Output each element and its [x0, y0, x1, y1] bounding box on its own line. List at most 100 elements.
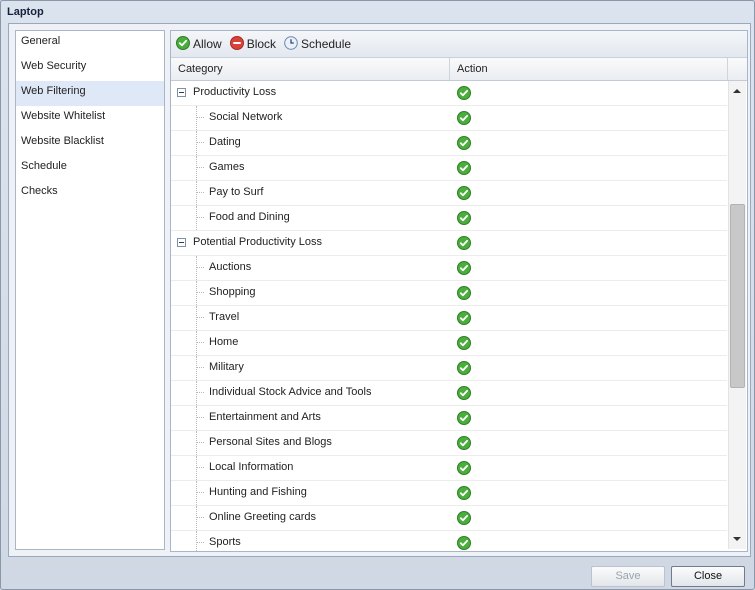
- category-row[interactable]: Dating: [171, 131, 727, 156]
- category-row[interactable]: Hunting and Fishing: [171, 481, 727, 506]
- category-label: Productivity Loss: [193, 86, 277, 98]
- category-row[interactable]: Entertainment and Arts: [171, 406, 727, 431]
- save-button[interactable]: Save: [591, 566, 665, 587]
- tree-branch: [196, 442, 204, 443]
- tree-line: [196, 456, 197, 480]
- allow-icon[interactable]: [457, 211, 471, 228]
- category-label: Food and Dining: [209, 211, 290, 223]
- tree-line: [196, 181, 197, 205]
- category-label: Sports: [209, 536, 241, 548]
- allow-icon[interactable]: [457, 411, 471, 428]
- tree-branch: [196, 267, 204, 268]
- category-row[interactable]: Shopping: [171, 281, 727, 306]
- allow-icon[interactable]: [457, 261, 471, 278]
- allow-label: Allow: [193, 37, 222, 51]
- category-row[interactable]: Auctions: [171, 256, 727, 281]
- tree-branch: [196, 142, 204, 143]
- tree-branch: [196, 467, 204, 468]
- allow-icon[interactable]: [457, 111, 471, 128]
- allow-icon[interactable]: [457, 286, 471, 303]
- tree-line: [196, 156, 197, 180]
- allow-button[interactable]: Allow: [176, 35, 222, 53]
- tree-line: [196, 381, 197, 405]
- tree-branch: [196, 217, 204, 218]
- nav-item-web-security[interactable]: Web Security: [16, 56, 164, 81]
- tree-line: [196, 131, 197, 155]
- allow-icon[interactable]: [457, 186, 471, 203]
- nav-item-website-blacklist[interactable]: Website Blacklist: [16, 131, 164, 156]
- tree-branch: [196, 167, 204, 168]
- grid-rows: Productivity Loss Social Network Dating Gam…: [171, 81, 727, 551]
- category-label: Entertainment and Arts: [209, 411, 321, 423]
- tree-line: [196, 406, 197, 430]
- category-label: Online Greeting cards: [209, 511, 316, 523]
- category-row[interactable]: Social Network: [171, 106, 727, 131]
- category-row[interactable]: Home: [171, 331, 727, 356]
- allow-icon[interactable]: [457, 361, 471, 378]
- allow-icon[interactable]: [457, 161, 471, 178]
- column-header-category[interactable]: Category: [171, 58, 450, 80]
- category-row[interactable]: Games: [171, 156, 727, 181]
- collapse-toggle-icon[interactable]: [177, 88, 186, 97]
- allow-icon: [176, 35, 190, 53]
- allow-icon[interactable]: [457, 461, 471, 478]
- allow-icon[interactable]: [457, 236, 471, 253]
- nav-item-website-whitelist[interactable]: Website Whitelist: [16, 106, 164, 131]
- window-title: Laptop: [7, 6, 44, 18]
- category-row[interactable]: Travel: [171, 306, 727, 331]
- block-icon: [229, 35, 244, 53]
- allow-icon[interactable]: [457, 486, 471, 503]
- tree-branch: [196, 367, 204, 368]
- category-row[interactable]: Sports: [171, 531, 727, 551]
- allow-icon[interactable]: [457, 86, 471, 103]
- category-label: Travel: [209, 311, 240, 323]
- schedule-label: Schedule: [301, 37, 352, 51]
- allow-icon[interactable]: [457, 336, 471, 353]
- allow-icon[interactable]: [457, 511, 471, 528]
- close-button[interactable]: Close: [671, 566, 745, 587]
- nav-item-schedule[interactable]: Schedule: [16, 156, 164, 181]
- vertical-scrollbar[interactable]: [728, 81, 746, 549]
- category-label: Auctions: [209, 261, 252, 273]
- tree-line: [196, 306, 197, 330]
- scroll-down-arrow-icon[interactable]: [733, 537, 741, 541]
- category-group-row[interactable]: Potential Productivity Loss: [171, 231, 727, 256]
- allow-icon[interactable]: [457, 386, 471, 403]
- category-row[interactable]: Pay to Surf: [171, 181, 727, 206]
- category-row[interactable]: Individual Stock Advice and Tools: [171, 381, 727, 406]
- column-header-action[interactable]: Action: [450, 58, 728, 80]
- tree-branch: [196, 517, 204, 518]
- allow-icon[interactable]: [457, 136, 471, 153]
- nav-item-web-filtering[interactable]: Web Filtering: [16, 81, 164, 106]
- category-label: Military: [209, 361, 244, 373]
- tree-line: [196, 256, 197, 280]
- nav-item-checks[interactable]: Checks: [16, 181, 164, 206]
- block-label: Block: [246, 37, 277, 51]
- category-label: Shopping: [209, 286, 256, 298]
- category-label: Potential Productivity Loss: [193, 236, 323, 248]
- block-button[interactable]: Block: [229, 35, 277, 53]
- category-label: Local Information: [209, 461, 294, 473]
- schedule-button[interactable]: Schedule: [284, 35, 352, 53]
- scroll-up-arrow-icon[interactable]: [733, 89, 741, 93]
- allow-icon[interactable]: [457, 436, 471, 453]
- category-label: Pay to Surf: [209, 186, 264, 198]
- category-label: Hunting and Fishing: [209, 486, 307, 498]
- allow-icon[interactable]: [457, 536, 471, 551]
- tree-branch: [196, 417, 204, 418]
- category-group-row[interactable]: Productivity Loss: [171, 81, 727, 106]
- category-row[interactable]: Military: [171, 356, 727, 381]
- category-label: Games: [209, 161, 245, 173]
- web-filtering-grid: Allow Block Schedule Category Action Pro…: [170, 30, 748, 552]
- category-row[interactable]: Personal Sites and Blogs: [171, 431, 727, 456]
- category-row[interactable]: Food and Dining: [171, 206, 727, 231]
- category-row[interactable]: Local Information: [171, 456, 727, 481]
- scrollbar-thumb[interactable]: [730, 204, 745, 388]
- tree-line: [196, 106, 197, 130]
- nav-item-general[interactable]: General: [16, 31, 164, 56]
- allow-icon[interactable]: [457, 311, 471, 328]
- category-row[interactable]: Online Greeting cards: [171, 506, 727, 531]
- collapse-toggle-icon[interactable]: [177, 238, 186, 247]
- category-label: Home: [209, 336, 239, 348]
- tree-branch: [196, 317, 204, 318]
